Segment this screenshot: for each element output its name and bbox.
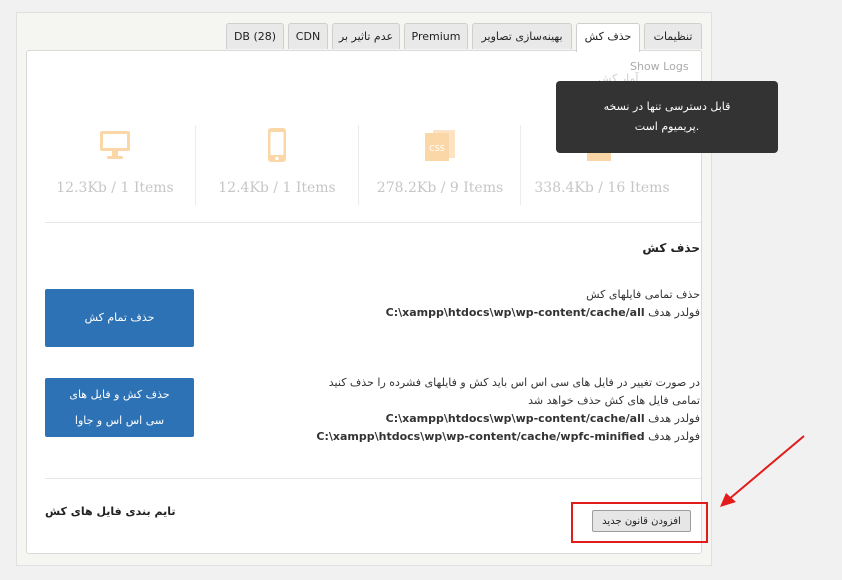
cache-timeout-label: تایم بندی فایل های کش [45, 505, 175, 518]
stat-value: 278.2Kb / 9 Items [360, 180, 520, 196]
divider [520, 125, 521, 205]
stat-css: CSS 278.2Kb / 9 Items [360, 125, 520, 196]
premium-tooltip: قابل دسترسی تنها در نسخه پریمیوم است. [556, 81, 778, 153]
folder-path: C:\xampp\htdocs\wp\wp-content/cache/all [386, 412, 645, 425]
desktop-icon [35, 125, 195, 165]
tab-exclude[interactable]: عدم تاثیر بر [332, 23, 400, 49]
tooltip-line: پریمیوم است. [556, 117, 778, 137]
highlight-box [571, 502, 708, 543]
button-label: حذف کش و فایل های [45, 382, 194, 408]
clear-minified-description: در صورت تغییر در فایل های سی اس اس باید … [316, 374, 700, 446]
button-label: سی اس اس و جاوا [45, 408, 194, 434]
clear-all-cache-button[interactable]: حذف تمام کش [45, 289, 194, 347]
clear-all-description: حذف تمامی فایلهای کش فولدر هدف C:\xampp\… [386, 286, 700, 322]
tab-premium[interactable]: Premium [404, 23, 468, 49]
tab-db[interactable]: DB (28) [226, 23, 284, 49]
mobile-icon [197, 125, 357, 165]
css-icon: CSS [360, 125, 520, 165]
svg-text:CSS: CSS [429, 144, 445, 153]
divider [195, 125, 196, 205]
annotation-arrow-icon [700, 430, 810, 520]
tab-settings[interactable]: تنظیمات [644, 23, 702, 49]
folder-path: C:\xampp\htdocs\wp\wp-content/cache/wpfc… [316, 430, 644, 443]
clear-cache-heading: حذف کش [642, 241, 700, 255]
stat-value: 338.4Kb / 16 Items [522, 180, 682, 196]
divider [45, 478, 701, 479]
tab-cdn[interactable]: CDN [288, 23, 328, 49]
stat-mobile: 12.4Kb / 1 Items [197, 125, 357, 196]
stat-desktop: 12.3Kb / 1 Items [35, 125, 195, 196]
tab-clear-cache[interactable]: حذف کش [576, 23, 640, 52]
tab-image-optimization[interactable]: بهینه‌سازی تصاویر [472, 23, 572, 49]
folder-label: فولدر هدف [648, 430, 700, 443]
stat-value: 12.4Kb / 1 Items [197, 180, 357, 196]
tooltip-line: قابل دسترسی تنها در نسخه [556, 97, 778, 117]
stat-value: 12.3Kb / 1 Items [35, 180, 195, 196]
tab-bar: تنظیمات حذف کش بهینه‌سازی تصاویر Premium… [226, 23, 702, 51]
folder-label: فولدر هدف [648, 306, 700, 319]
divider [358, 125, 359, 205]
divider [45, 222, 701, 223]
show-logs-link[interactable]: Show Logs [630, 60, 689, 73]
description-text: حذف تمامی فایلهای کش [386, 286, 700, 304]
folder-path: C:\xampp\htdocs\wp\wp-content/cache/all [386, 306, 645, 319]
clear-cache-and-minified-button[interactable]: حذف کش و فایل های سی اس اس و جاوا [45, 378, 194, 437]
description-text: در صورت تغییر در فایل های سی اس اس باید … [316, 374, 700, 392]
folder-label: فولدر هدف [648, 412, 700, 425]
description-text: تمامی فایل های کش حذف خواهد شد [316, 392, 700, 410]
